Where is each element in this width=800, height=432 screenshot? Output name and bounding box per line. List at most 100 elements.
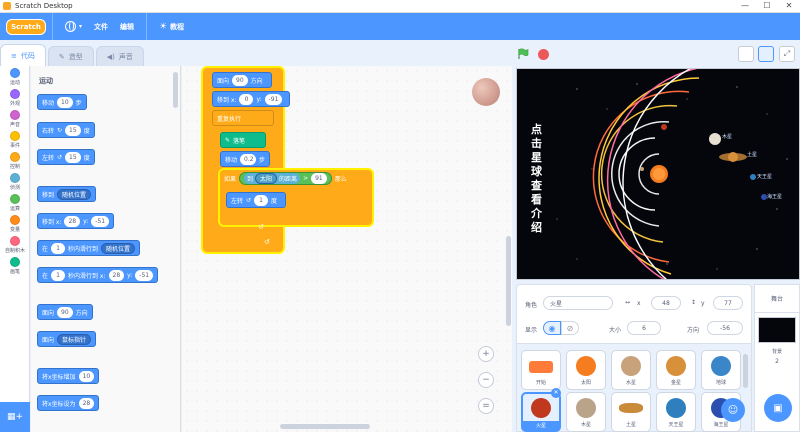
sprite-tile[interactable]: 地球	[701, 350, 741, 390]
turn-right-block[interactable]: 右转 ↻ 15 度	[37, 122, 95, 138]
point-direction-script-block[interactable]: 面向 90 方向	[212, 72, 272, 88]
tab-sounds[interactable]: ◀) 声音	[95, 46, 144, 66]
x-input[interactable]: 28	[64, 215, 81, 227]
category-events[interactable]: 事件	[0, 131, 30, 150]
stage-canvas[interactable]: 点击星球查看介绍 木星 土星 天王星 海王星	[516, 68, 800, 280]
distance-target-dropdown[interactable]: 太阳	[255, 172, 278, 184]
edit-menu[interactable]: 编辑	[114, 13, 140, 40]
script-vertical-scrollbar[interactable]	[506, 236, 511, 326]
sprite-tile[interactable]: 水星	[611, 350, 651, 390]
category-pen[interactable]: 画笔	[0, 257, 30, 276]
category-operators[interactable]: 运算	[0, 194, 30, 213]
sprite-tile[interactable]: 开始	[521, 350, 561, 390]
zoom-in-button[interactable]: +	[478, 346, 494, 362]
close-button[interactable]: ✕	[778, 0, 800, 13]
show-sprite-button[interactable]: ◉	[543, 321, 561, 335]
script-horizontal-scrollbar[interactable]	[280, 424, 370, 429]
go-to-xy-script-block[interactable]: 移到 x: 0 y: -91	[212, 91, 290, 107]
target-dropdown[interactable]: 随机位置	[57, 188, 92, 200]
seconds-input[interactable]: 1	[51, 242, 66, 254]
green-flag-icon[interactable]	[517, 48, 529, 60]
x-input[interactable]: 10	[78, 370, 95, 382]
sprite-tile[interactable]: 金星	[656, 350, 696, 390]
x-input[interactable]: 0	[239, 93, 254, 105]
go-to-xy-block[interactable]: 移到 x: 28 y: -51	[37, 213, 115, 229]
sprite-tile[interactable]: 太阳	[566, 350, 606, 390]
set-x-block[interactable]: 将x坐标设为 28	[37, 395, 100, 411]
block-label: 秒内滑行到 x:	[68, 272, 106, 280]
change-x-block[interactable]: 将x坐标增加 10	[37, 368, 100, 384]
category-sound[interactable]: 声音	[0, 110, 30, 129]
block-label: 那么	[334, 175, 347, 183]
point-direction-block[interactable]: 面向 90 方向	[37, 304, 93, 320]
degrees-input[interactable]: 1	[254, 194, 269, 206]
add-extension-button[interactable]: ▦+	[0, 402, 30, 432]
small-stage-button[interactable]	[738, 46, 754, 62]
steps-input[interactable]: 0.2	[240, 153, 256, 165]
move-steps-block[interactable]: 移动 10 步	[37, 94, 87, 110]
towards-dropdown[interactable]: 鼠标指针	[57, 333, 92, 345]
choose-sprite-button[interactable]: ☺	[721, 398, 745, 422]
sprite-name-input[interactable]: 火星	[543, 296, 613, 310]
category-sensing[interactable]: 侦测	[0, 173, 30, 192]
point-towards-block[interactable]: 面向 鼠标指针	[37, 331, 97, 347]
seconds-input[interactable]: 1	[51, 269, 66, 281]
sprite-tile[interactable]: 土星	[611, 392, 651, 432]
degrees-input[interactable]: 15	[65, 124, 81, 136]
glide-to-block[interactable]: 在 1 秒内滑行到 随机位置	[37, 240, 141, 256]
y-input[interactable]: 77	[713, 296, 743, 310]
if-then-block[interactable]: 如果 到 太阳 的距离 > 91 那么	[220, 170, 372, 186]
go-to-block[interactable]: 移到 随机位置	[37, 186, 97, 202]
sprite-tile[interactable]: 天王星	[656, 392, 696, 432]
greater-than-operator[interactable]: 到 太阳 的距离 > 91	[239, 171, 332, 185]
x-input[interactable]: 28	[78, 397, 95, 409]
target-dropdown[interactable]: 随机位置	[101, 242, 136, 254]
direction-label: 方向	[687, 327, 700, 334]
fullscreen-button[interactable]: ⤢	[779, 46, 795, 62]
x-input[interactable]: 48	[651, 296, 681, 310]
distance-to-block[interactable]: 到 太阳 的距离	[244, 172, 301, 184]
size-input[interactable]: 6	[627, 321, 661, 335]
maximize-button[interactable]: ☐	[756, 0, 778, 13]
y-input[interactable]: -91	[264, 93, 283, 105]
degrees-input[interactable]: 15	[65, 151, 81, 163]
y-input[interactable]: -51	[135, 269, 154, 281]
sprite-tile-selected[interactable]: 火星	[521, 392, 561, 432]
forever-block[interactable]: 重复执行	[212, 110, 274, 126]
palette-scrollbar[interactable]	[173, 72, 178, 108]
tab-costumes[interactable]: ✎ 造型	[47, 46, 94, 66]
sprite-list-scrollbar[interactable]	[743, 354, 748, 388]
tab-code[interactable]: ≡ 代码	[0, 44, 46, 66]
category-looks[interactable]: 外观	[0, 89, 30, 108]
turn-left-script-block[interactable]: 左转 ↺ 1 度	[226, 192, 286, 208]
backdrops-count: 2	[775, 358, 779, 365]
stop-button[interactable]	[538, 49, 549, 60]
delete-sprite-icon[interactable]: ✕	[551, 388, 561, 398]
y-input[interactable]: -51	[91, 215, 110, 227]
category-motion[interactable]: 运动	[0, 68, 30, 87]
turn-left-block[interactable]: 左转 ↺ 15 度	[37, 149, 95, 165]
category-my-blocks[interactable]: 自制积木	[0, 236, 30, 255]
glide-to-xy-block[interactable]: 在 1 秒内滑行到 x: 28 y: -51	[37, 267, 159, 283]
language-menu[interactable]: ▾	[59, 13, 88, 40]
choose-backdrop-button[interactable]: ▣	[764, 394, 792, 422]
direction-input[interactable]: 90	[232, 74, 248, 86]
minimize-button[interactable]: —	[734, 0, 756, 13]
sprite-tile[interactable]: 木星	[566, 392, 606, 432]
distance-value-input[interactable]: 91	[311, 172, 327, 184]
pen-down-block[interactable]: ✎ 落笔	[220, 132, 266, 148]
tutorials-menu[interactable]: ☀ 教程	[153, 13, 190, 40]
scratch-logo[interactable]: Scratch	[6, 18, 46, 35]
steps-input[interactable]: 10	[57, 96, 73, 108]
large-stage-button[interactable]	[758, 46, 774, 62]
category-variables[interactable]: 变量	[0, 215, 30, 234]
x-input[interactable]: 28	[108, 269, 125, 281]
zoom-out-button[interactable]: −	[478, 372, 494, 388]
file-menu[interactable]: 文件	[88, 13, 114, 40]
move-steps-script-block[interactable]: 移动 0.2 步	[220, 151, 270, 167]
direction-input[interactable]: 90	[57, 306, 73, 318]
direction-input[interactable]: -56	[707, 321, 743, 335]
hide-sprite-button[interactable]: ⊘	[561, 321, 579, 335]
zoom-reset-button[interactable]: =	[478, 398, 494, 414]
category-control[interactable]: 控制	[0, 152, 30, 171]
